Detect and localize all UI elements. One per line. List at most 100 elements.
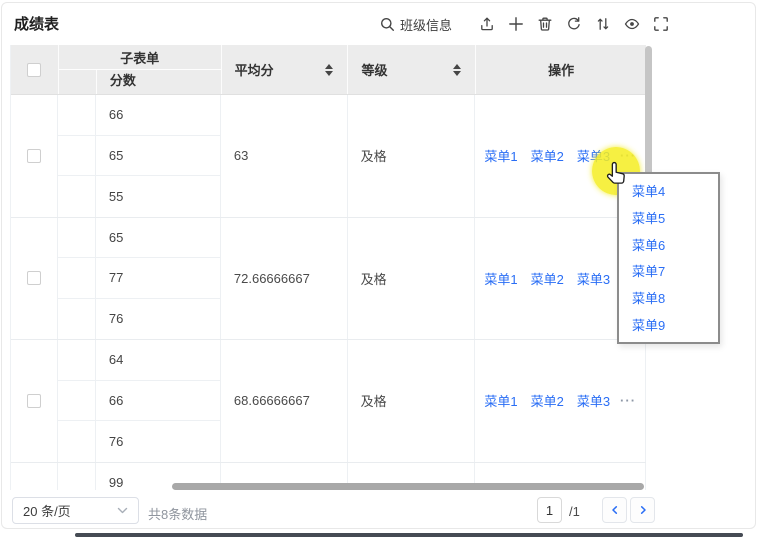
- subform-spacer: [59, 70, 97, 94]
- subrow-spacer: [58, 136, 96, 176]
- export-button[interactable]: [479, 15, 495, 33]
- score-subrow: 66: [58, 381, 221, 422]
- trash-icon: [537, 16, 553, 32]
- average-sort-control[interactable]: [325, 64, 333, 76]
- score-column-header: 分数: [97, 70, 136, 94]
- action-link[interactable]: 菜单2: [531, 146, 564, 165]
- dropdown-menu-item[interactable]: 菜单4: [619, 179, 718, 206]
- dropdown-menu-item[interactable]: 菜单6: [619, 233, 718, 260]
- refresh-icon: [566, 16, 582, 32]
- dropdown-menu-item[interactable]: 菜单9: [619, 313, 718, 340]
- search-label: 班级信息: [400, 15, 452, 34]
- action-link[interactable]: 菜单1: [484, 269, 517, 288]
- total-pages-label: /1: [569, 504, 580, 519]
- action-link[interactable]: 菜单2: [531, 391, 564, 410]
- score-subrow: 76: [58, 421, 221, 462]
- dropdown-menu-item[interactable]: 菜单5: [619, 206, 718, 233]
- table-header: 子表单 分数 平均分 等级 操作: [11, 45, 646, 95]
- score-cell: 77: [96, 258, 221, 298]
- delete-button[interactable]: [537, 15, 553, 33]
- visibility-button[interactable]: [624, 15, 640, 33]
- next-page-button[interactable]: [630, 497, 655, 523]
- more-actions-dropdown: 菜单4菜单5菜单6菜单7菜单8菜单9: [617, 172, 720, 344]
- average-cell: 72.66666667: [221, 218, 348, 340]
- row-select-cell: [11, 218, 58, 340]
- dropdown-menu-item[interactable]: 菜单7: [619, 259, 718, 286]
- toolbar: 班级信息: [380, 12, 669, 36]
- page-number-input[interactable]: [537, 497, 562, 523]
- subrow-spacer: [58, 299, 96, 340]
- table-group: 64667668.66666667及格菜单1 菜单2 菜单3 ···: [11, 340, 646, 463]
- page-size-value: 20 条/页: [23, 501, 71, 520]
- horizontal-scrollbar-thumb[interactable]: [172, 483, 644, 490]
- action-link[interactable]: 菜单1: [484, 391, 517, 410]
- eye-icon: [624, 16, 640, 32]
- vertical-scrollbar-thumb[interactable]: [645, 46, 652, 180]
- subrow-spacer: [58, 421, 96, 462]
- dropdown-menu-item[interactable]: 菜单8: [619, 286, 718, 313]
- data-table: 子表单 分数 平均分 等级 操作 66655563及格菜单1菜单2菜单3···6…: [10, 45, 646, 490]
- table-body: 66655563及格菜单1菜单2菜单3···65777672.66666667及…: [11, 95, 646, 490]
- grade-cell: 及格: [348, 95, 476, 217]
- subform-header-label: 子表单: [59, 45, 221, 70]
- grade-cell: 及格: [348, 218, 476, 340]
- subrow-spacer: [58, 218, 96, 258]
- score-subrow: 65: [58, 218, 221, 259]
- row-select-cell: [11, 463, 58, 491]
- export-icon: [479, 16, 495, 32]
- actions-cell: 菜单1 菜单2 菜单3 ···: [475, 340, 646, 462]
- action-link[interactable]: 菜单3: [577, 391, 610, 410]
- subrow-spacer: [58, 258, 96, 298]
- row-checkbox[interactable]: [27, 149, 41, 163]
- search-button[interactable]: 班级信息: [380, 15, 452, 34]
- search-icon: [380, 17, 395, 32]
- score-cell: 66: [96, 381, 221, 421]
- subform-cells: 657776: [58, 218, 221, 340]
- grade-cell: 及格: [348, 340, 476, 462]
- page-title: 成绩表: [14, 13, 59, 34]
- row-checkbox[interactable]: [27, 394, 41, 408]
- fullscreen-button[interactable]: [653, 15, 669, 33]
- sort-asc-icon: [325, 64, 333, 69]
- score-cell: 76: [96, 421, 221, 462]
- sort-desc-icon: [453, 71, 461, 76]
- subrow-spacer: [58, 463, 96, 491]
- score-subrow: 55: [58, 176, 221, 217]
- subform-cells: 646676: [58, 340, 221, 462]
- score-cell: 65: [96, 218, 221, 258]
- pointer-hand-icon: [604, 161, 631, 190]
- score-subrow: 65: [58, 136, 221, 177]
- score-cell: 76: [96, 299, 221, 340]
- sort-rows-button[interactable]: [595, 15, 611, 33]
- chevron-down-icon: [117, 506, 128, 515]
- row-checkbox[interactable]: [27, 271, 41, 285]
- fullscreen-icon: [653, 16, 669, 32]
- average-header-label: 平均分: [235, 60, 274, 79]
- table-group: 66655563及格菜单1菜单2菜单3···: [11, 95, 646, 218]
- sort-icon: [595, 16, 611, 32]
- grade-header-label: 等级: [361, 60, 387, 79]
- select-all-cell: [11, 45, 58, 94]
- grade-sort-control[interactable]: [453, 64, 461, 76]
- refresh-button[interactable]: [566, 15, 582, 33]
- add-button[interactable]: [508, 15, 524, 33]
- action-link[interactable]: 菜单1: [484, 146, 517, 165]
- row-select-cell: [11, 340, 58, 462]
- average-column-header: 平均分: [221, 45, 348, 94]
- plus-icon: [508, 16, 524, 32]
- subform-column-header: 子表单 分数: [58, 45, 221, 94]
- action-link[interactable]: 菜单2: [531, 269, 564, 288]
- sort-asc-icon: [453, 64, 461, 69]
- page-size-select[interactable]: 20 条/页: [12, 497, 139, 524]
- score-cell: 65: [96, 136, 221, 176]
- score-cell: 66: [96, 95, 221, 135]
- row-select-cell: [11, 95, 58, 217]
- hand-cursor: [604, 161, 631, 193]
- average-cell: 63: [221, 95, 348, 217]
- average-cell: 68.66666667: [221, 340, 348, 462]
- subrow-spacer: [58, 381, 96, 421]
- more-actions-trigger[interactable]: ···: [620, 393, 636, 408]
- prev-page-button[interactable]: [602, 497, 627, 523]
- action-link[interactable]: 菜单3: [577, 269, 610, 288]
- select-all-checkbox[interactable]: [27, 63, 41, 77]
